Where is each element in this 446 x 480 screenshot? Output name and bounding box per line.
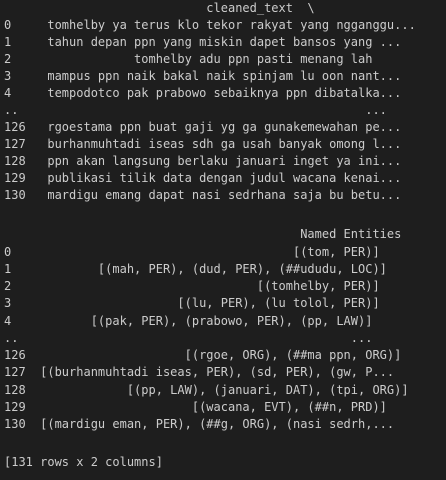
table-row: 129 [(wacana, EVT), (##n, PRD)] (4, 400, 387, 414)
table-row: 127 [(burhanmuhtadi iseas, PER), (sd, PE… (4, 365, 395, 379)
table-row: 128 ppn akan langsung berlaku januari in… (4, 154, 402, 168)
table-row: 127 burhanmuhtadi iseas sdh ga usah bany… (4, 137, 402, 151)
table-row: 3 mampus ppn naik bakal naik spinjam lu … (4, 69, 402, 83)
table-row: 4 [(pak, PER), (prabowo, PER), (pp, LAW)… (4, 314, 373, 328)
ellipsis-row: .. ... (4, 103, 387, 117)
table-row: 0 [(tom, PER)] (4, 245, 380, 259)
table-row: 126 rgoestama ppn buat gaji yg ga gunake… (4, 120, 402, 134)
table-row: 128 [(pp, LAW), (januari, DAT), (tpi, OR… (4, 383, 409, 397)
table-row: 126 [(rgoe, ORG), (##ma ppn, ORG)] (4, 348, 402, 362)
table-row: 0 tomhelby ya terus klo tekor rakyat yan… (4, 18, 416, 32)
notebook-output: cleaned_text \ 0 tomhelby ya terus klo t… (0, 0, 446, 480)
table-row: 1 tahun depan ppn yang miskin dapet bans… (4, 35, 402, 49)
table-row: 3 [(lu, PER), (lu tolol, PER)] (4, 296, 380, 310)
table-row: 130 mardigu emang dapat nasi sedrhana sa… (4, 188, 402, 202)
column-header-named-entities: Named Entities (4, 227, 402, 241)
column-header-cleaned-text: cleaned_text \ (4, 1, 315, 15)
table-row: 129 publikasi tilik data dengan judul wa… (4, 171, 402, 185)
ellipsis-row: .. ... (4, 331, 373, 345)
dataframe-shape-summary: [131 rows x 2 columns] (4, 455, 163, 469)
table-row: 4 tempodotco pak prabowo sebaiknya ppn d… (4, 86, 402, 100)
table-row: 130 [(mardigu eman, PER), (##g, ORG), (n… (4, 417, 395, 431)
table-row: 2 [(tomhelby, PER)] (4, 279, 380, 293)
table-row: 2 tomhelby adu ppn pasti menang lah (4, 52, 373, 66)
table-row: 1 [(mah, PER), (dud, PER), (##ududu, LOC… (4, 262, 387, 276)
